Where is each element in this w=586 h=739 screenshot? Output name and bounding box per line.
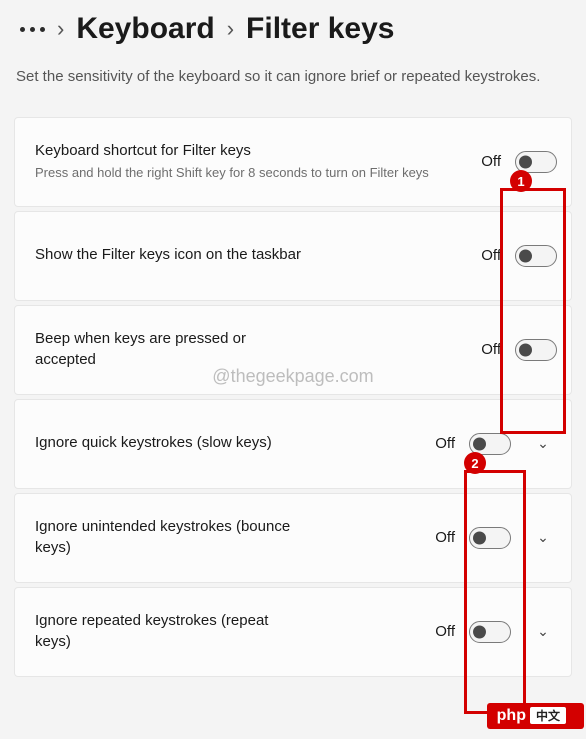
breadcrumb-current: Filter keys [246,12,394,46]
toggle-switch[interactable] [515,339,557,361]
toggle-switch[interactable] [469,621,511,643]
chevron-down-icon[interactable]: ⌄ [529,435,557,452]
more-icon[interactable] [20,27,45,32]
chevron-right-icon: › [227,16,234,42]
toggle-state: Off [435,529,455,546]
setting-title: Keyboard shortcut for Filter keys [35,141,461,161]
setting-beep: Beep when keys are pressed or accepted O… [14,305,572,395]
source-badge: php中文 [487,703,584,729]
setting-title: Beep when keys are pressed or accepted [35,329,305,370]
breadcrumb-parent[interactable]: Keyboard [76,12,214,46]
chevron-down-icon[interactable]: ⌄ [529,623,557,640]
page-description: Set the sensitivity of the keyboard so i… [16,66,570,89]
source-brand: php [497,707,526,724]
toggle-switch[interactable] [469,433,511,455]
setting-bounce-keys: Ignore unintended keystrokes (bounce key… [14,493,572,583]
settings-panel: Keyboard shortcut for Filter keys Press … [14,117,572,677]
setting-title: Show the Filter keys icon on the taskbar [35,245,305,265]
toggle-switch[interactable] [515,245,557,267]
toggle-state: Off [481,341,501,358]
toggle-state: Off [481,247,501,264]
setting-title: Ignore quick keystrokes (slow keys) [35,433,305,453]
toggle-switch[interactable] [515,151,557,173]
setting-keyboard-shortcut: Keyboard shortcut for Filter keys Press … [14,117,572,207]
setting-title: Ignore unintended keystrokes (bounce key… [35,517,305,558]
breadcrumb: › Keyboard › Filter keys [14,12,572,46]
setting-taskbar-icon: Show the Filter keys icon on the taskbar… [14,211,572,301]
setting-slow-keys: Ignore quick keystrokes (slow keys) Off … [14,399,572,489]
toggle-switch[interactable] [469,527,511,549]
setting-subtitle: Press and hold the right Shift key for 8… [35,164,461,182]
chevron-right-icon: › [57,16,64,42]
setting-title: Ignore repeated keystrokes (repeat keys) [35,611,305,652]
toggle-state: Off [435,623,455,640]
source-cn: 中文 [530,707,566,724]
chevron-down-icon[interactable]: ⌄ [529,529,557,546]
toggle-state: Off [481,153,501,170]
toggle-state: Off [435,435,455,452]
setting-repeat-keys: Ignore repeated keystrokes (repeat keys)… [14,587,572,677]
